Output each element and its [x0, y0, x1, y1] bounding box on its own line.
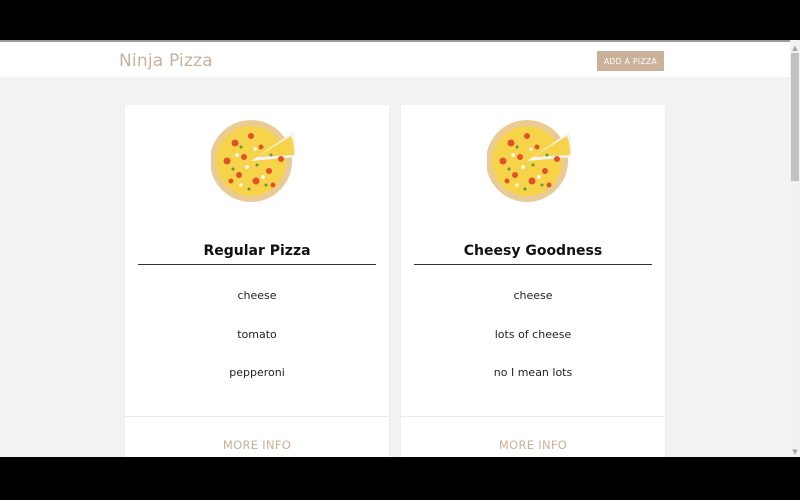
card-divider — [401, 416, 665, 417]
vertical-scrollbar[interactable]: ▲ ▼ — [790, 40, 800, 457]
window-top-bar — [0, 0, 800, 40]
more-info-link[interactable]: MORE INFO — [401, 438, 665, 452]
more-info-link[interactable]: MORE INFO — [125, 438, 389, 452]
ingredient-item: cheese — [513, 289, 553, 302]
ingredient-list: cheese lots of cheese no I mean lots — [401, 288, 665, 404]
scroll-up-arrow-icon[interactable]: ▲ — [790, 43, 800, 53]
pizza-card: Regular Pizza cheese tomato pepperoni MO… — [125, 105, 389, 457]
pizza-icon — [487, 120, 572, 202]
pizza-card: Cheesy Goodness cheese lots of cheese no… — [401, 105, 665, 457]
ingredient-item: pepperoni — [229, 366, 285, 379]
navbar: Ninja Pizza ADD A PIZZA — [0, 40, 790, 77]
pizza-title: Regular Pizza — [138, 243, 376, 265]
window-bottom-bar — [0, 457, 800, 500]
pizza-title: Cheesy Goodness — [414, 243, 652, 265]
scroll-down-arrow-icon[interactable]: ▼ — [790, 447, 800, 457]
card-divider — [125, 416, 389, 417]
ingredient-item: tomato — [237, 327, 277, 341]
browser-viewport: Ninja Pizza ADD A PIZZA Regular Pizza ch… — [0, 40, 800, 457]
pizza-icon — [211, 120, 296, 202]
ingredient-item: no I mean lots — [493, 366, 573, 379]
ingredient-item: cheese — [237, 289, 277, 302]
scrollbar-thumb[interactable] — [791, 53, 799, 181]
add-pizza-button[interactable]: ADD A PIZZA — [597, 51, 664, 71]
ingredient-list: cheese tomato pepperoni — [125, 288, 389, 404]
ingredient-item: lots of cheese — [494, 327, 572, 341]
brand-logo-text[interactable]: Ninja Pizza — [119, 51, 213, 71]
